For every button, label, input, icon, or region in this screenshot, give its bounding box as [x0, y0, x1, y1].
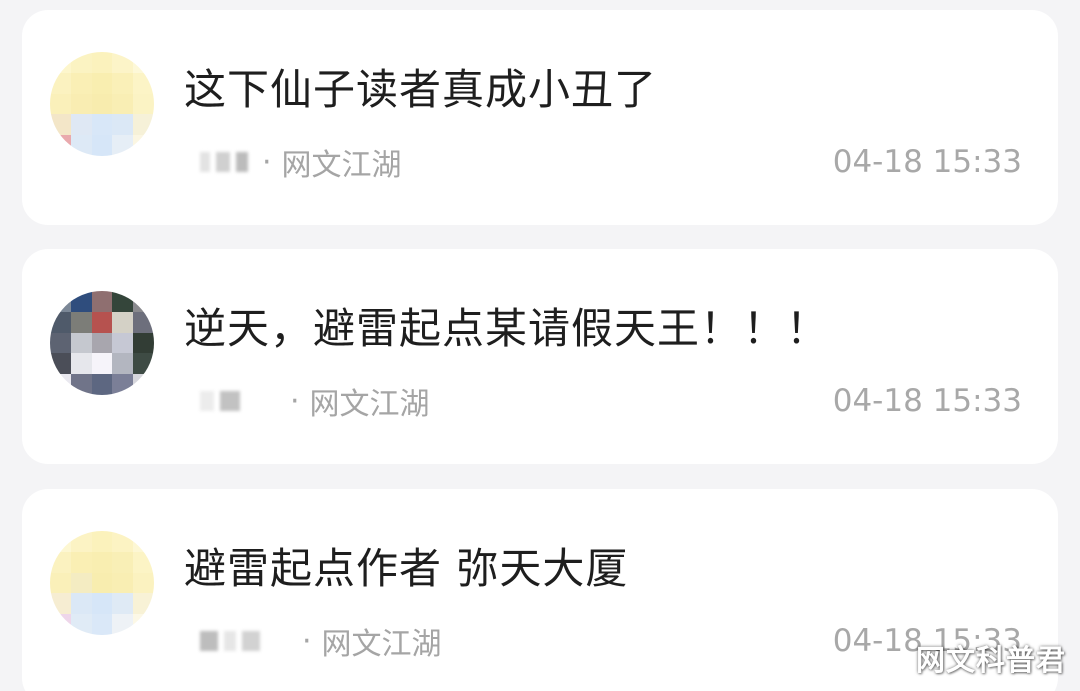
post-meta: · 网文江湖	[200, 619, 442, 663]
meta-separator: ·	[262, 144, 272, 180]
post-title[interactable]: 避雷起点作者 弥天大厦	[184, 535, 628, 596]
avatar[interactable]	[50, 531, 154, 635]
post-timestamp: 04-18 15:33	[832, 144, 1022, 180]
author-name-redacted[interactable]	[200, 152, 248, 172]
author-name-redacted[interactable]	[200, 631, 288, 651]
source-label[interactable]: 网文江湖	[282, 140, 402, 184]
avatar[interactable]	[50, 52, 154, 156]
post-meta: · 网文江湖	[200, 140, 402, 184]
post-card[interactable]: 这下仙子读者真成小丑了 · 网文江湖 04-18 15:33	[22, 10, 1058, 225]
post-title[interactable]: 这下仙子读者真成小丑了	[184, 56, 657, 117]
source-label[interactable]: 网文江湖	[310, 379, 430, 423]
post-card[interactable]: 逆天，避雷起点某请假天王！！！ · 网文江湖 04-18 15:33	[22, 249, 1058, 464]
meta-separator: ·	[302, 623, 312, 659]
avatar[interactable]	[50, 291, 154, 395]
meta-separator: ·	[290, 383, 300, 419]
post-title[interactable]: 逆天，避雷起点某请假天王！！！	[184, 295, 829, 356]
post-feed: 这下仙子读者真成小丑了 · 网文江湖 04-18 15:33 逆天，避雷起点某请…	[0, 0, 1080, 691]
post-meta: · 网文江湖	[200, 379, 430, 423]
author-name-redacted[interactable]	[200, 391, 276, 411]
post-card[interactable]: 避雷起点作者 弥天大厦 · 网文江湖 04-18 15:33	[22, 489, 1058, 691]
source-label[interactable]: 网文江湖	[322, 619, 442, 663]
post-timestamp: 04-18 15:33	[832, 383, 1022, 419]
watermark: 网文科普君	[915, 643, 1066, 677]
